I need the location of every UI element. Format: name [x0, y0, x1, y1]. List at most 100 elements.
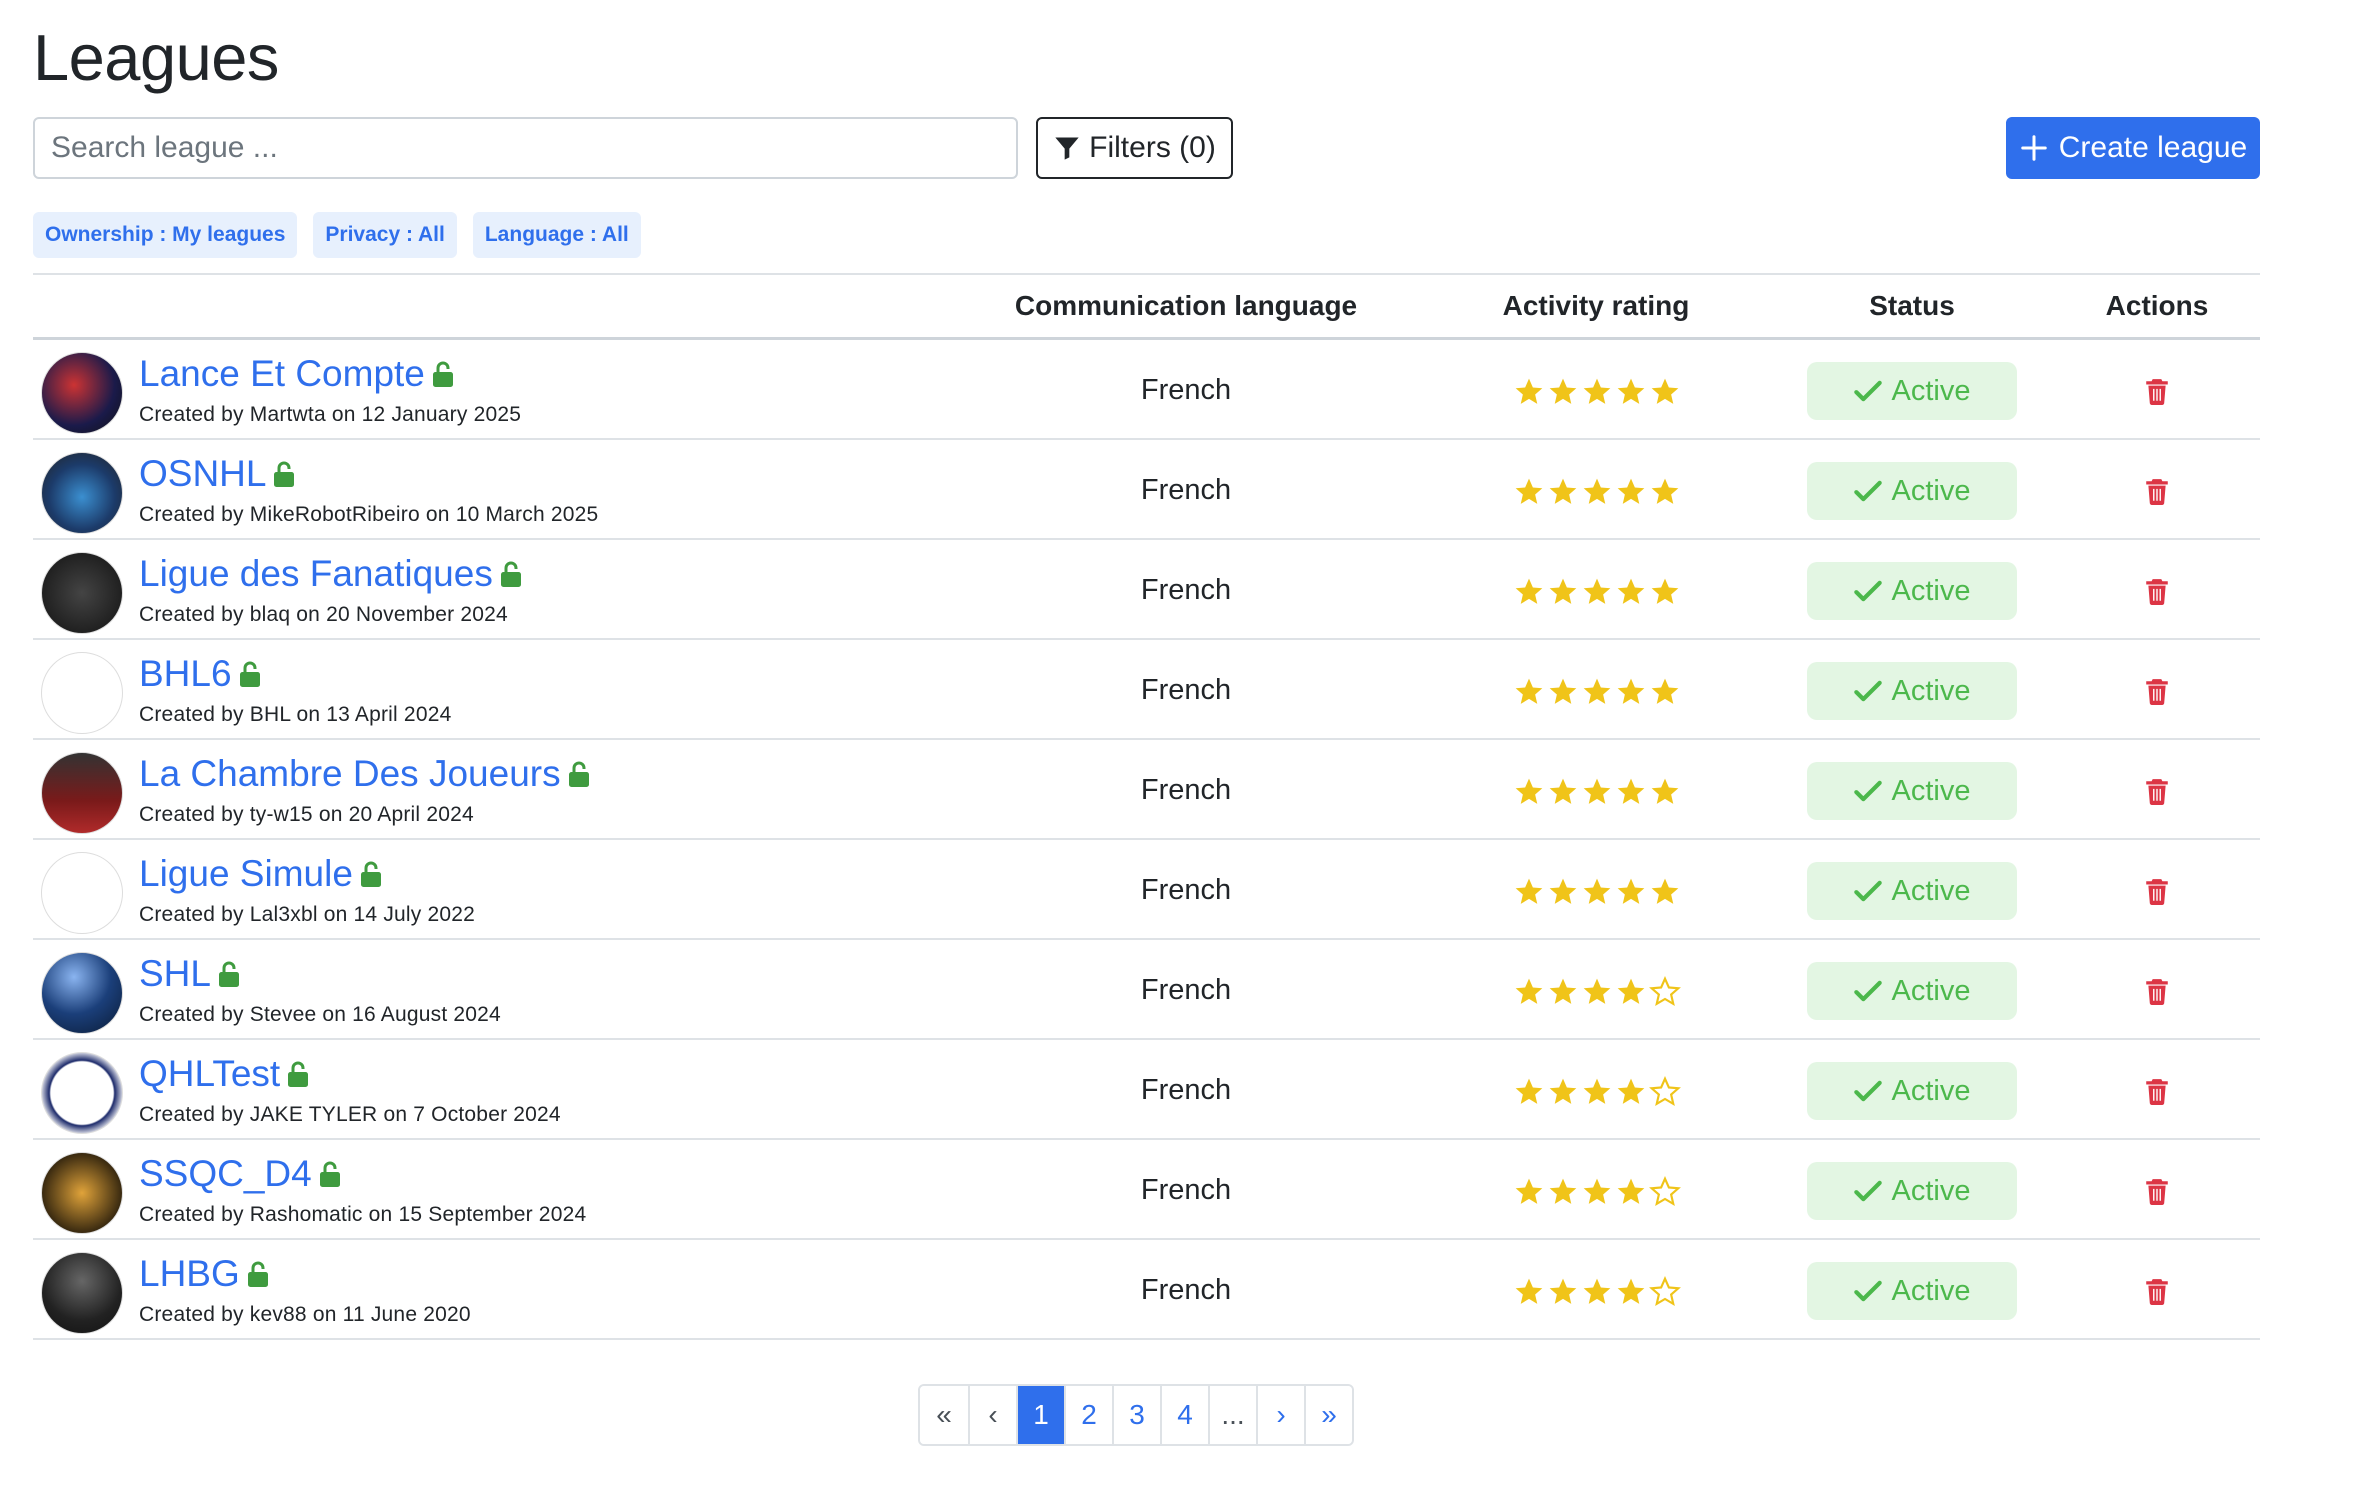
activity-rating	[1511, 1276, 1683, 1308]
star-empty-icon	[1649, 1076, 1681, 1107]
table-row: SHL Created by Stevee on 16 August 2024 Fr…	[33, 940, 2260, 1040]
delete-trash-icon[interactable]	[2144, 877, 2170, 905]
filters-button[interactable]: Filters (0)	[1036, 117, 1233, 179]
star-filled-icon	[1651, 778, 1679, 804]
league-name-line: LHBG	[139, 1253, 270, 1295]
star-filled-icon	[1651, 478, 1679, 504]
delete-trash-icon[interactable]	[2144, 377, 2170, 405]
league-avatar	[41, 1052, 123, 1134]
status-badge: Active	[1807, 662, 2017, 720]
table-row: Lance Et Compte Created by Martwta on 12 …	[33, 340, 2260, 440]
star-filled-icon	[1583, 378, 1611, 404]
star-filled-icon	[1583, 578, 1611, 604]
star-filled-icon	[1617, 878, 1645, 904]
league-created-info: Created by MikeRobotRibeiro on 10 March …	[139, 503, 599, 526]
activity-rating	[1511, 376, 1683, 408]
league-name-line: Ligue des Fanatiques	[139, 553, 523, 595]
star-filled-icon	[1549, 978, 1577, 1004]
star-empty-icon	[1649, 1276, 1681, 1307]
activity-rating	[1511, 776, 1683, 808]
last-page-button[interactable]: »	[1304, 1386, 1352, 1444]
star-filled-icon	[1617, 1278, 1645, 1304]
star-filled-icon	[1617, 1078, 1645, 1104]
check-icon	[1853, 380, 1882, 402]
check-icon	[1853, 780, 1882, 802]
page-button-3[interactable]: 3	[1112, 1386, 1160, 1444]
page-ellipsis: ...	[1208, 1386, 1256, 1444]
league-name-link[interactable]: OSNHL	[139, 453, 266, 495]
league-name-link[interactable]: LHBG	[139, 1253, 240, 1295]
delete-trash-icon[interactable]	[2144, 777, 2170, 805]
league-created-info: Created by ty-w15 on 20 April 2024	[139, 803, 474, 826]
unlock-icon	[500, 561, 521, 588]
star-filled-icon	[1583, 1178, 1611, 1204]
delete-trash-icon[interactable]	[2144, 477, 2170, 505]
plus-icon	[2021, 135, 2047, 161]
star-filled-icon	[1549, 1278, 1577, 1304]
filters-button-label: Filters (0)	[1089, 131, 1216, 164]
activity-rating	[1511, 476, 1683, 508]
league-language: French	[1140, 374, 1232, 406]
page-button-2[interactable]: 2	[1064, 1386, 1112, 1444]
status-label: Active	[1891, 1074, 1971, 1107]
check-icon	[1853, 1080, 1882, 1102]
league-name-link[interactable]: SHL	[139, 953, 211, 995]
delete-trash-icon[interactable]	[2144, 577, 2170, 605]
star-filled-icon	[1617, 678, 1645, 704]
table-row: OSNHL Created by MikeRobotRibeiro on 10 M…	[33, 440, 2260, 540]
league-name-link[interactable]: BHL6	[139, 653, 232, 695]
chip-language[interactable]: Language : All	[472, 212, 641, 258]
search-input[interactable]	[33, 117, 1018, 179]
star-filled-icon	[1549, 878, 1577, 904]
first-page-button[interactable]: «	[920, 1386, 968, 1444]
league-name-link[interactable]: Ligue des Fanatiques	[139, 553, 493, 595]
league-avatar	[41, 1252, 123, 1334]
leagues-table: Communication language Activity rating S…	[33, 273, 2260, 1340]
next-page-button[interactable]: ›	[1256, 1386, 1304, 1444]
table-row: Ligue des Fanatiques Created by blaq on 2…	[33, 540, 2260, 640]
delete-trash-icon[interactable]	[2144, 1177, 2170, 1205]
chip-ownership[interactable]: Ownership : My leagues	[33, 212, 298, 258]
league-name-link[interactable]: Ligue Simule	[139, 853, 353, 895]
chip-privacy[interactable]: Privacy : All	[313, 212, 457, 258]
league-name-line: SHL	[139, 953, 241, 995]
status-badge: Active	[1807, 862, 2017, 920]
activity-rating	[1511, 876, 1683, 908]
league-language: French	[1140, 1274, 1232, 1306]
status-label: Active	[1891, 674, 1971, 707]
create-league-button[interactable]: Create league	[2006, 117, 2260, 179]
status-label: Active	[1891, 774, 1971, 807]
delete-trash-icon[interactable]	[2144, 977, 2170, 1005]
table-row: BHL6 Created by BHL on 13 April 2024 Frenc…	[33, 640, 2260, 740]
activity-rating	[1511, 576, 1683, 608]
status-badge: Active	[1807, 1162, 2017, 1220]
delete-trash-icon[interactable]	[2144, 1277, 2170, 1305]
page-button-1[interactable]: 1	[1016, 1386, 1064, 1444]
header-actions: Actions	[2105, 290, 2209, 321]
star-filled-icon	[1617, 978, 1645, 1004]
table-row: QHLTest Created by JAKE TYLER on 7 Octobe…	[33, 1040, 2260, 1140]
league-name-link[interactable]: La Chambre Des Joueurs	[139, 753, 561, 795]
filter-icon	[1055, 137, 1079, 160]
status-badge: Active	[1807, 1062, 2017, 1120]
delete-trash-icon[interactable]	[2144, 677, 2170, 705]
page-button-4[interactable]: 4	[1160, 1386, 1208, 1444]
table-header: Communication language Activity rating S…	[33, 273, 2260, 340]
star-filled-icon	[1651, 878, 1679, 904]
league-name-link[interactable]: QHLTest	[139, 1053, 280, 1095]
league-avatar	[41, 552, 123, 634]
league-created-info: Created by JAKE TYLER on 7 October 2024	[139, 1103, 561, 1126]
delete-trash-icon[interactable]	[2144, 1077, 2170, 1105]
star-filled-icon	[1549, 678, 1577, 704]
league-name-link[interactable]: SSQC_D4	[139, 1153, 312, 1195]
league-avatar	[41, 452, 123, 534]
star-filled-icon	[1583, 978, 1611, 1004]
star-filled-icon	[1617, 478, 1645, 504]
create-league-label: Create league	[2058, 131, 2248, 164]
prev-page-button[interactable]: ‹	[968, 1386, 1016, 1444]
league-name-link[interactable]: Lance Et Compte	[139, 353, 425, 395]
status-badge: Active	[1807, 562, 2017, 620]
header-status: Status	[1869, 290, 1955, 321]
unlock-icon	[319, 1161, 340, 1188]
status-label: Active	[1891, 474, 1971, 507]
